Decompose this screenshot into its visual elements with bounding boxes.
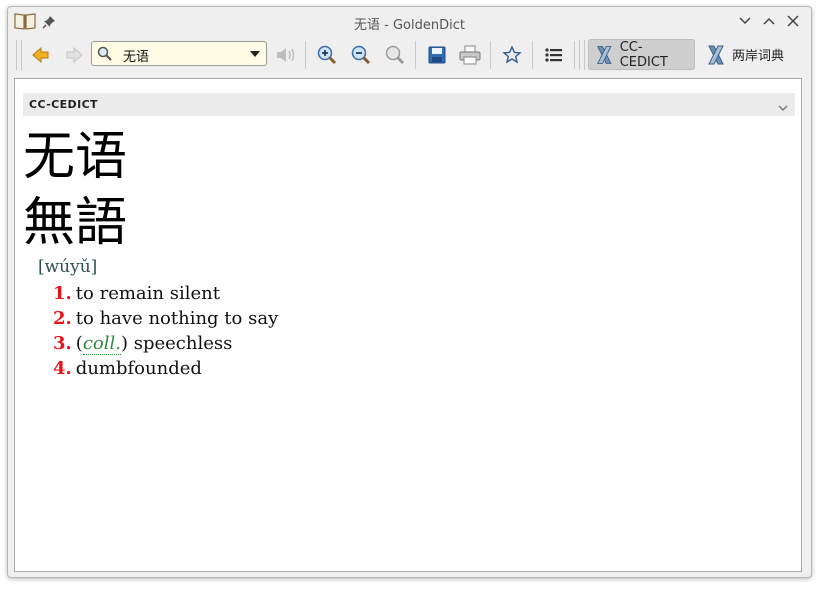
chevron-down-icon[interactable] — [777, 99, 789, 118]
definition-item: 4. dumbfounded — [53, 356, 278, 381]
back-icon[interactable] — [27, 41, 55, 69]
toolbar-grip[interactable] — [579, 40, 585, 70]
definition-item: 1. to remain silent — [53, 281, 278, 306]
toolbar-separator — [305, 41, 306, 69]
toolbar-separator — [415, 41, 416, 69]
zoom-in-icon[interactable] — [313, 41, 341, 69]
dictionary-section-header[interactable]: CC-CEDICT — [23, 93, 795, 116]
dictionary-section-name: CC-CEDICT — [29, 98, 98, 111]
speaker-icon[interactable] — [272, 41, 300, 69]
window-title: 无语 - GoldenDict — [354, 18, 465, 33]
definition-number: 3. — [53, 333, 72, 354]
toolbar-separator — [574, 41, 575, 69]
abbreviation[interactable]: coll. — [82, 333, 121, 355]
zoom-out-icon[interactable] — [347, 41, 375, 69]
search-icon — [97, 46, 113, 66]
star-icon[interactable] — [498, 41, 526, 69]
pinyin: [wúyǔ] — [38, 257, 98, 277]
toolbar-separator — [532, 41, 533, 69]
toolbar-separator — [490, 41, 491, 69]
definition-number: 1. — [53, 283, 72, 304]
definition-open-paren: ( — [75, 333, 83, 354]
maximize-icon[interactable] — [761, 13, 777, 29]
definition-text: to have nothing to say — [75, 308, 279, 329]
definition-text: ) speechless — [120, 333, 233, 354]
headword-traditional: 無語 — [23, 193, 128, 253]
definition-number: 4. — [53, 358, 72, 379]
print-icon[interactable] — [456, 41, 484, 69]
title-bar: 无语 - GoldenDict — [8, 7, 811, 36]
dictionary-button-label: 两岸词典 — [732, 49, 785, 64]
toolbar: 无语 CC-CEDICT 两岸词典 — [8, 36, 811, 74]
definition-number: 2. — [53, 308, 72, 329]
app-window: 无语 - GoldenDict 无语 CC-CEDICT 两岸词典 CC-CED… — [7, 6, 812, 578]
dictionary-button-cc-cedict[interactable]: CC-CEDICT — [588, 39, 695, 70]
close-icon[interactable] — [785, 13, 801, 29]
zoom-reset-icon[interactable] — [381, 41, 409, 69]
article-view[interactable]: CC-CEDICT 无语 無語 [wúyǔ] 1. to remain silen… — [14, 78, 802, 572]
definition-text: to remain silent — [75, 283, 220, 304]
save-icon[interactable] — [423, 41, 451, 69]
forward-icon[interactable] — [60, 41, 88, 69]
definition-list: 1. to remain silent 2. to have nothing to … — [53, 281, 278, 381]
dictionary-icon — [708, 45, 724, 64]
list-icon[interactable] — [540, 41, 568, 69]
search-text: 无语 — [123, 50, 150, 65]
definition-item: 2. to have nothing to say — [53, 306, 278, 331]
dictionary-button-label: CC-CEDICT — [619, 39, 668, 70]
dictionary-icon — [597, 45, 612, 64]
minimize-icon[interactable] — [737, 13, 753, 29]
search-input[interactable]: 无语 — [91, 41, 267, 66]
toolbar-grip[interactable] — [16, 40, 22, 70]
dictionary-button-liang-an[interactable]: 两岸词典 — [700, 39, 800, 70]
definition-text: dumbfounded — [75, 358, 202, 379]
chevron-down-icon[interactable] — [250, 51, 260, 57]
definition-item: 3. (coll.) speechless — [53, 331, 278, 356]
headword-simplified: 无语 — [23, 127, 128, 187]
